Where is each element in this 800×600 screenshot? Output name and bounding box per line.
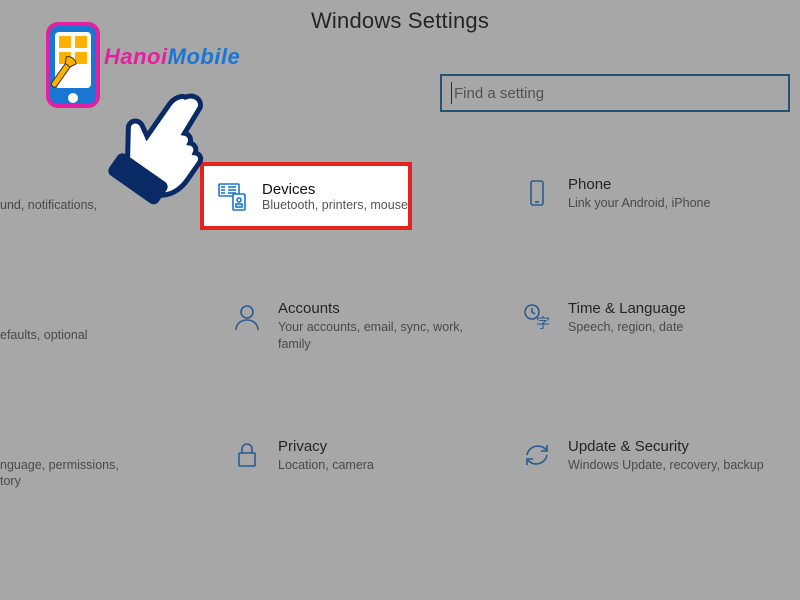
tile-time-language[interactable]: 字 Time & Language Speech, region, date <box>520 300 780 336</box>
cropped-text-apps: efaults, optional <box>0 328 88 342</box>
tile-subtitle: Speech, region, date <box>568 319 686 335</box>
tile-text: Update & Security Windows Update, recove… <box>568 438 764 474</box>
tile-privacy[interactable]: Privacy Location, camera <box>230 438 490 474</box>
tile-subtitle: Location, camera <box>278 457 374 473</box>
tile-subtitle: Bluetooth, printers, mouse <box>262 198 408 212</box>
text-caret <box>451 82 452 104</box>
lock-icon <box>230 438 264 472</box>
tile-accounts[interactable]: Accounts Your accounts, email, sync, wor… <box>230 300 490 352</box>
tile-text: Devices Bluetooth, printers, mouse <box>262 181 408 212</box>
tile-title: Update & Security <box>568 438 764 455</box>
settings-window: Windows Settings und, notifications, efa… <box>0 0 800 600</box>
svg-text:字: 字 <box>536 316 550 332</box>
phone-icon <box>520 176 554 210</box>
tile-title: Devices <box>262 181 408 198</box>
watermark-text-part2: Mobile <box>168 44 241 69</box>
tile-text: Accounts Your accounts, email, sync, wor… <box>278 300 490 352</box>
watermark-text-part1: Hanoi <box>104 44 168 69</box>
tile-subtitle: Windows Update, recovery, backup <box>568 457 764 473</box>
search-input[interactable] <box>452 84 778 103</box>
search-box[interactable] <box>440 74 790 112</box>
tile-text: Privacy Location, camera <box>278 438 374 474</box>
tile-update-security[interactable]: Update & Security Windows Update, recove… <box>520 438 780 474</box>
tile-title: Phone <box>568 176 710 193</box>
watermark-text: HanoiMobile <box>104 44 240 70</box>
cropped-text-system: und, notifications, <box>0 198 97 212</box>
tile-phone[interactable]: Phone Link your Android, iPhone <box>520 176 780 212</box>
tile-text: Time & Language Speech, region, date <box>568 300 686 336</box>
tile-subtitle: Your accounts, email, sync, work, family <box>278 319 490 352</box>
page-title: Windows Settings <box>0 8 800 34</box>
cropped-text-search-2: tory <box>0 474 21 488</box>
tile-title: Accounts <box>278 300 490 317</box>
tile-title: Privacy <box>278 438 374 455</box>
tile-title: Time & Language <box>568 300 686 317</box>
person-icon <box>230 300 264 334</box>
tile-text: Phone Link your Android, iPhone <box>568 176 710 212</box>
cropped-text-search: nguage, permissions, <box>0 458 119 472</box>
time-language-icon: 字 <box>520 300 554 334</box>
pointer-hand-icon <box>92 78 232 218</box>
tile-subtitle: Link your Android, iPhone <box>568 195 710 211</box>
sync-icon <box>520 438 554 472</box>
